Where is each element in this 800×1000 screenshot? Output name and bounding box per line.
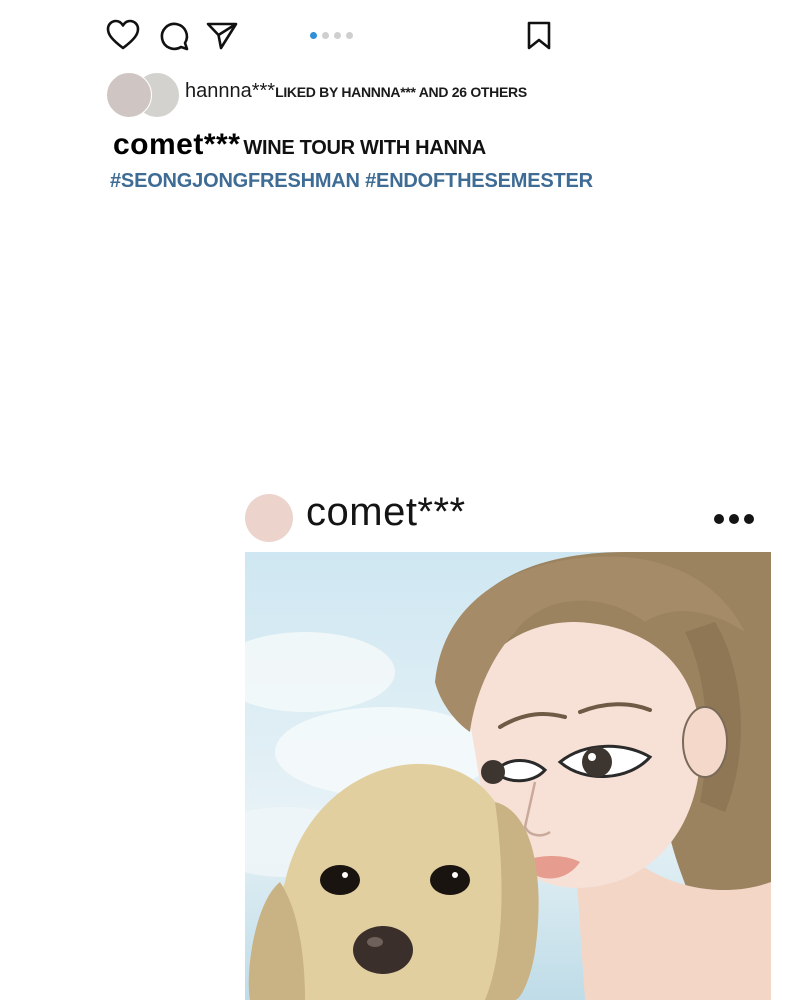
heart-icon[interactable] [106,19,140,51]
share-icon[interactable] [206,20,238,52]
post-image[interactable] [245,552,771,1000]
carousel-dot [334,32,341,39]
post-username[interactable]: comet*** [306,490,466,535]
liker-username[interactable]: hannna*** [185,80,275,102]
caption-username[interactable]: comet*** [113,128,240,161]
comment-icon[interactable] [158,20,190,52]
likes-text: LIKED BY HANNNA*** AND 26 OTHERS [275,84,527,100]
liked-by-avatars[interactable] [106,71,181,118]
likes-summary[interactable]: hannna***LIKED BY HANNNA*** AND 26 OTHER… [185,80,527,103]
carousel-dot [310,32,317,39]
carousel-dot [346,32,353,39]
carousel-dot [322,32,329,39]
hashtags[interactable]: #SEONGJONGFRESHMAN #ENDOFTHESEMESTER [110,170,593,193]
more-horizontal-icon[interactable] [714,514,758,524]
caption-text: WINE TOUR WITH HANNA [243,137,486,159]
caption: comet*** WINE TOUR WITH HANNA [113,128,486,162]
avatar [106,72,152,118]
bookmark-icon[interactable] [527,21,553,51]
post-avatar[interactable] [245,494,293,542]
